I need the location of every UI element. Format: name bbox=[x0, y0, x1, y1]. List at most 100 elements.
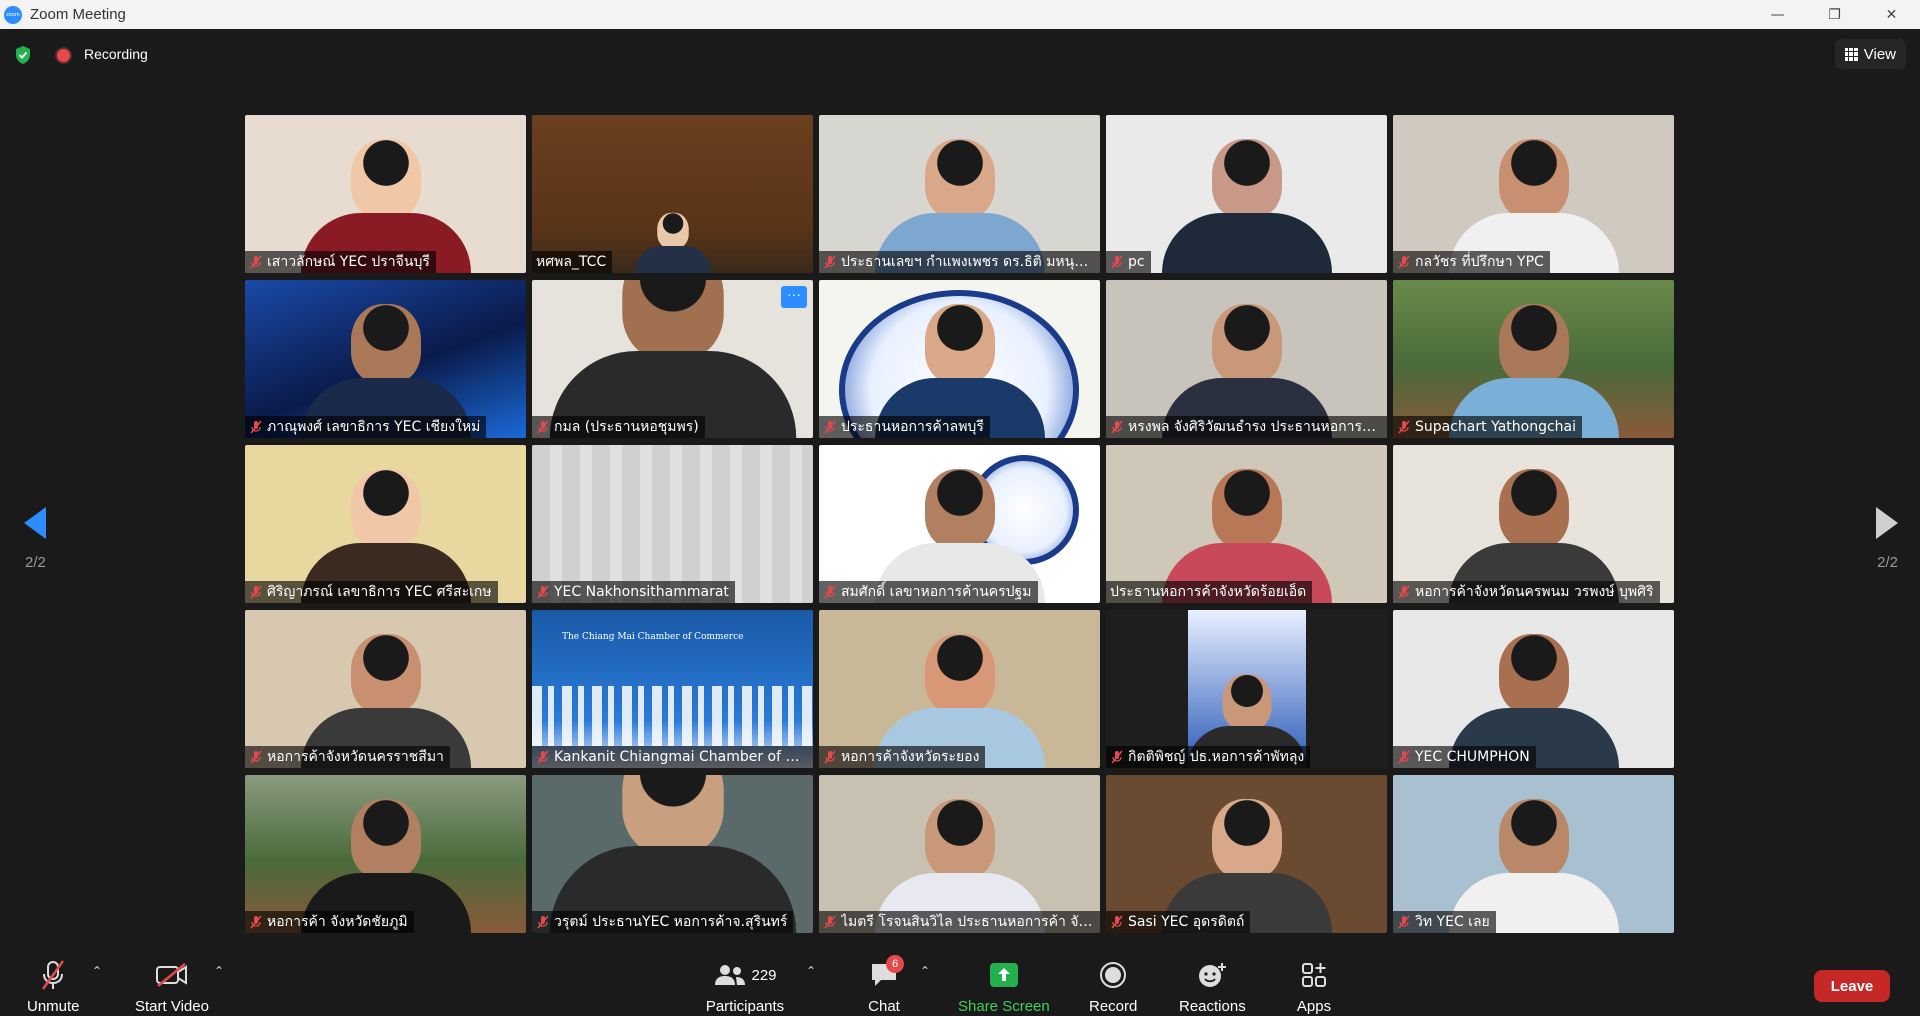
participant-name-label: ประธานเลขฯ กำแพงเพชร ดร.ธิติ มหนุญ... bbox=[819, 251, 1100, 273]
participants-label: Participants bbox=[705, 998, 785, 1015]
muted-microphone-icon bbox=[537, 585, 549, 599]
participant-video-tile[interactable]: หอการค้าจังหวัดระยอง bbox=[819, 610, 1100, 768]
record-icon bbox=[1100, 962, 1127, 988]
reactions-button[interactable]: Reactions bbox=[1179, 958, 1246, 1015]
audio-options-chevron-icon[interactable]: ⌃ bbox=[92, 964, 102, 978]
participant-name: หรงพล จังศิริวัฒนธำรง ประธานหอการค้... bbox=[1128, 419, 1381, 435]
participant-name: สมศักดิ์ เลขาหอการค้านครปฐม bbox=[841, 584, 1032, 600]
participant-video-tile[interactable]: สมศักดิ์ เลขาหอการค้านครปฐม bbox=[819, 445, 1100, 603]
participant-video-tile[interactable]: Sasi YEC อุดรดิตถ์ bbox=[1106, 775, 1387, 933]
close-button[interactable]: ✕ bbox=[1863, 0, 1920, 29]
chat-button[interactable]: 6 Chat bbox=[864, 955, 904, 1015]
recording-label: Recording bbox=[84, 46, 148, 62]
video-options-chevron-icon[interactable]: ⌃ bbox=[214, 964, 224, 978]
participant-name-label: กลวัชร ที่ปรึกษา YPC bbox=[1393, 251, 1550, 273]
participant-silhouette bbox=[1161, 139, 1332, 273]
participants-count: 229 bbox=[751, 966, 777, 984]
participant-name: หศพล_TCC bbox=[536, 254, 607, 270]
participant-name-label: หอการค้าจังหวัดระยอง bbox=[819, 746, 986, 768]
participant-name-label: หรงพล จังศิริวัฒนธำรง ประธานหอการค้... bbox=[1106, 416, 1387, 438]
participant-video-tile[interactable]: ··· กมล (ประธานหอชุมพร) bbox=[532, 280, 813, 438]
minimize-button[interactable]: — bbox=[1749, 0, 1806, 29]
start-video-label: Start Video bbox=[135, 998, 209, 1015]
page-indicator-left: 2/2 bbox=[25, 554, 46, 571]
participant-name: YEC Nakhonsithammarat bbox=[554, 584, 729, 600]
participant-video-tile[interactable]: หอการค้า จังหวัดชัยภูมิ bbox=[245, 775, 526, 933]
reactions-label: Reactions bbox=[1179, 998, 1246, 1015]
muted-microphone-icon bbox=[1398, 255, 1410, 269]
muted-microphone-icon bbox=[537, 420, 549, 434]
unmute-button[interactable]: Unmute bbox=[27, 958, 80, 1015]
participants-options-chevron-icon[interactable]: ⌃ bbox=[806, 964, 816, 978]
participant-video-tile[interactable]: ศิริญาภรณ์ เลขาธิการ YEC ศรีสะเกษ bbox=[245, 445, 526, 603]
participant-name: ไมตรี โรจนสินวิไล ประธานหอการค้า จัง... bbox=[841, 914, 1094, 930]
muted-microphone-icon bbox=[537, 750, 549, 764]
participant-video-tile[interactable]: ไมตรี โรจนสินวิไล ประธานหอการค้า จัง... bbox=[819, 775, 1100, 933]
participant-name-label: Supachart Yathongchai bbox=[1393, 416, 1582, 438]
muted-microphone-icon bbox=[824, 750, 836, 764]
muted-microphone-icon bbox=[1111, 255, 1123, 269]
muted-microphone-icon bbox=[824, 915, 836, 929]
leave-button[interactable]: Leave bbox=[1814, 970, 1890, 1002]
reactions-smiley-icon bbox=[1199, 963, 1227, 987]
participant-name: Sasi YEC อุดรดิตถ์ bbox=[1128, 914, 1245, 930]
window-controls: — ❐ ✕ bbox=[1749, 0, 1920, 29]
participant-video-tile[interactable]: The Chiang Mai Chamber of Commerce Kankan… bbox=[532, 610, 813, 768]
muted-microphone-icon bbox=[1398, 420, 1410, 434]
video-off-icon bbox=[155, 963, 187, 987]
participant-name: หอการค้าจังหวัดระยอง bbox=[841, 749, 980, 765]
participant-name-label: Sasi YEC อุดรดิตถ์ bbox=[1106, 911, 1251, 933]
participant-video-tile[interactable]: หรงพล จังศิริวัฒนธำรง ประธานหอการค้... bbox=[1106, 280, 1387, 438]
participant-video-tile[interactable]: ประธานหอการค้าจังหวัดร้อยเอ็ด bbox=[1106, 445, 1387, 603]
muted-microphone-icon bbox=[1111, 420, 1123, 434]
grid-view-icon bbox=[1844, 47, 1858, 61]
restore-button[interactable]: ❐ bbox=[1806, 0, 1863, 29]
participant-video-tile[interactable]: Supachart Yathongchai bbox=[1393, 280, 1674, 438]
muted-microphone-icon bbox=[1111, 750, 1123, 764]
participant-video-tile[interactable]: วรุตม์ ประธานYEC หอการค้าจ.สุรินทร์ bbox=[532, 775, 813, 933]
participant-video-tile[interactable]: YEC CHUMPHON bbox=[1393, 610, 1674, 768]
next-page-arrow-icon[interactable] bbox=[1874, 505, 1900, 541]
participant-video-tile[interactable]: ประธานหอการค้าลพบุรี bbox=[819, 280, 1100, 438]
participant-name-label: กิตติพิชญ์ ปธ.หอการค้าพัทลุง bbox=[1106, 746, 1311, 768]
participant-name-label: ภาณุพงศ์ เลขาธิการ YEC เชียงใหม่ bbox=[245, 416, 487, 438]
previous-page-arrow-icon[interactable] bbox=[22, 505, 48, 541]
chamber-banner-text: The Chiang Mai Chamber of Commerce bbox=[562, 632, 744, 642]
share-screen-button[interactable]: Share Screen bbox=[958, 958, 1050, 1015]
chat-unread-badge: 6 bbox=[886, 955, 904, 973]
meeting-toolbar: Unmute ⌃ Start Video ⌃ 229 Participants … bbox=[0, 952, 1920, 1016]
participant-video-tile[interactable]: เสาวลักษณ์ YEC ปราจีนบุรี bbox=[245, 115, 526, 273]
participant-name: ภาณุพงศ์ เลขาธิการ YEC เชียงใหม่ bbox=[267, 419, 481, 435]
record-label: Record bbox=[1089, 998, 1138, 1015]
participant-video-tile[interactable]: หอการค้าจังหวัดนครพนม วรพงษ์ บุพศิริ bbox=[1393, 445, 1674, 603]
chat-label: Chat bbox=[868, 998, 900, 1015]
apps-button[interactable]: Apps bbox=[1294, 958, 1334, 1015]
more-options-button[interactable]: ··· bbox=[781, 286, 807, 308]
start-video-button[interactable]: Start Video bbox=[135, 958, 209, 1015]
participants-button[interactable]: 229 Participants bbox=[705, 958, 785, 1015]
participant-silhouette bbox=[549, 775, 796, 933]
security-shield-icon[interactable] bbox=[14, 45, 32, 65]
participant-video-tile[interactable]: กิตติพิชญ์ ปธ.หอการค้าพัทลุง bbox=[1106, 610, 1387, 768]
view-button[interactable]: View bbox=[1834, 39, 1906, 69]
participant-video-tile[interactable]: วิท YEC เลย bbox=[1393, 775, 1674, 933]
window-title-bar: zoom Zoom Meeting — ❐ ✕ bbox=[0, 0, 1920, 29]
unmute-label: Unmute bbox=[27, 998, 80, 1015]
participant-video-tile[interactable]: ภาณุพงศ์ เลขาธิการ YEC เชียงใหม่ bbox=[245, 280, 526, 438]
muted-microphone-icon bbox=[250, 585, 262, 599]
participant-video-tile[interactable]: หศพล_TCC bbox=[532, 115, 813, 273]
participant-video-tile[interactable]: ประธานเลขฯ กำแพงเพชร ดร.ธิติ มหนุญ... bbox=[819, 115, 1100, 273]
participant-video-tile[interactable]: YEC Nakhonsithammarat bbox=[532, 445, 813, 603]
participant-video-tile[interactable]: pc bbox=[1106, 115, 1387, 273]
chat-options-chevron-icon[interactable]: ⌃ bbox=[920, 964, 930, 978]
participant-video-tile[interactable]: กลวัชร ที่ปรึกษา YPC bbox=[1393, 115, 1674, 273]
muted-microphone-icon bbox=[250, 915, 262, 929]
record-button[interactable]: Record bbox=[1089, 958, 1137, 1015]
muted-microphone-icon bbox=[250, 420, 262, 434]
participant-video-tile[interactable]: หอการค้าจังหวัดนครราชสีมา bbox=[245, 610, 526, 768]
participant-name: กลวัชร ที่ปรึกษา YPC bbox=[1415, 254, 1544, 270]
apps-label: Apps bbox=[1296, 998, 1332, 1015]
participant-name-label: สมศักดิ์ เลขาหอการค้านครปฐม bbox=[819, 581, 1038, 603]
view-label: View bbox=[1863, 45, 1896, 63]
recording-indicator-icon bbox=[57, 49, 70, 62]
